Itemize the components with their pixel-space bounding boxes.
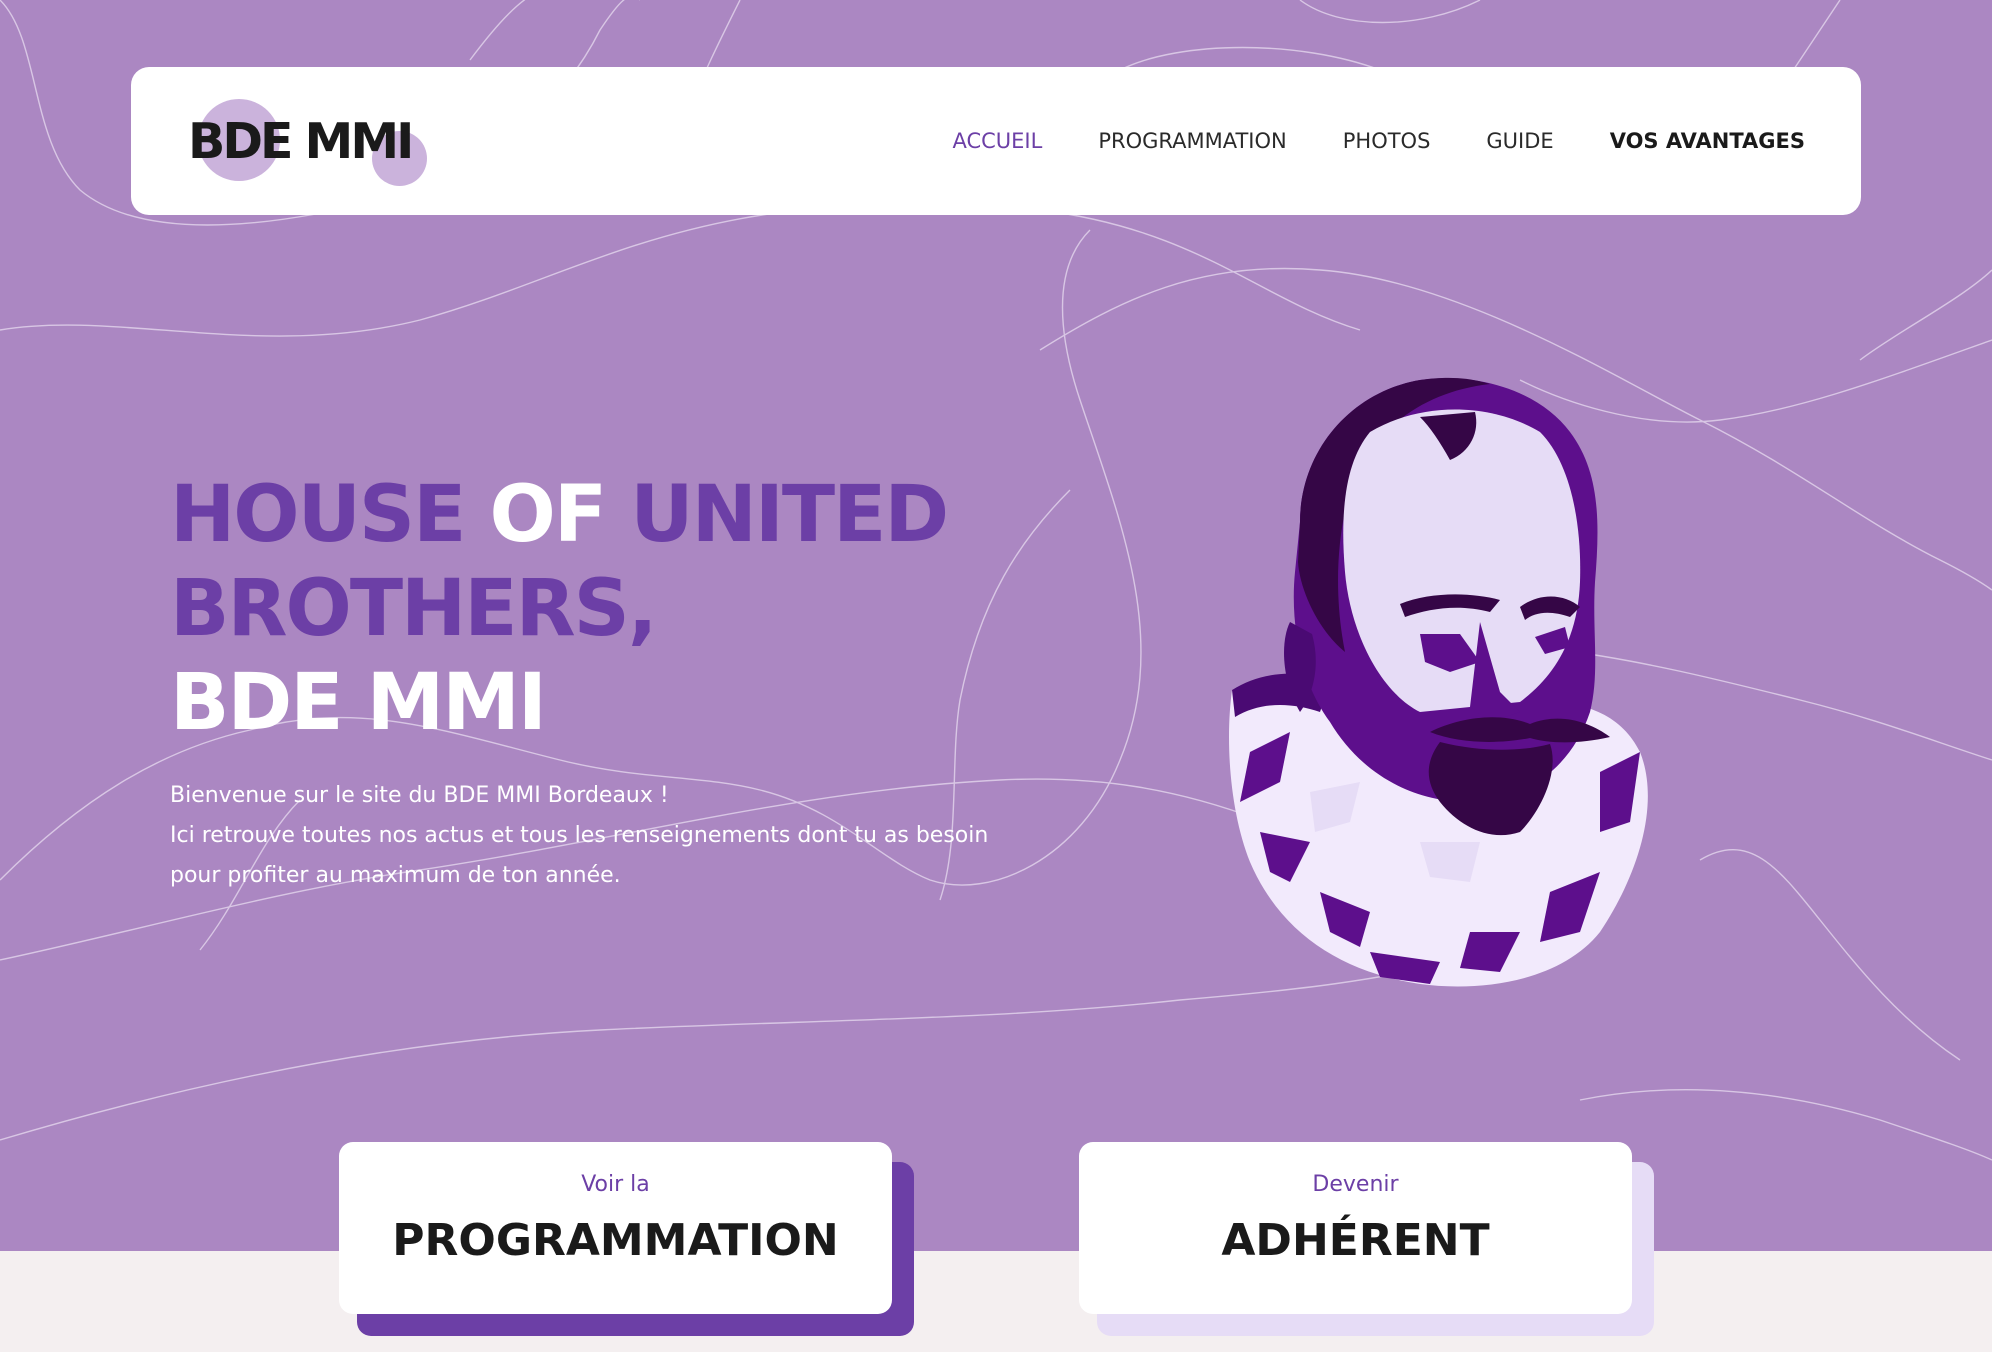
nav-guide[interactable]: GUIDE [1486,129,1553,153]
hero-title-united: UNITED [630,470,949,560]
cta-big-label: ADHÉRENT [1221,1215,1490,1266]
card-face: Devenir ADHÉRENT [1079,1142,1632,1314]
hero-title-brothers: BROTHERS, [170,564,657,654]
nav-vos-avantages[interactable]: VOS AVANTAGES [1610,129,1805,153]
cta-small-label: Voir la [581,1172,650,1197]
cta-big-label: PROGRAMMATION [392,1215,839,1266]
hero-title-of: OF [489,470,631,560]
hero-title-house: HOUSE [170,470,490,560]
logo-text: BDE MMI [188,113,414,170]
logo[interactable]: BDE MMI [186,99,446,189]
cta-programmation-card[interactable]: Voir la PROGRAMMATION [339,1142,914,1336]
bottom-band [0,1251,1992,1352]
card-face: Voir la PROGRAMMATION [339,1142,892,1314]
hero-description: Bienvenue sur le site du BDE MMI Bordeau… [170,776,1020,896]
montaigne-portrait-illustration [1229,377,1648,987]
nav-accueil[interactable]: ACCUEIL [952,129,1042,153]
hero-text-line1: Bienvenue sur le site du BDE MMI Bordeau… [170,783,669,808]
hero-title-bde-mmi: BDE MMI [170,658,547,748]
hero-title: HOUSE OF UNITED BROTHERS, BDE MMI [170,468,949,750]
main-nav: ACCUEIL PROGRAMMATION PHOTOS GUIDE VOS A… [952,67,1805,215]
cta-adherent-card[interactable]: Devenir ADHÉRENT [1079,1142,1654,1336]
top-navbar: BDE MMI ACCUEIL PROGRAMMATION PHOTOS GUI… [131,67,1861,215]
nav-programmation[interactable]: PROGRAMMATION [1098,129,1286,153]
nav-photos[interactable]: PHOTOS [1343,129,1431,153]
cta-small-label: Devenir [1312,1172,1399,1197]
hero-text-line2: Ici retrouve toutes nos actus et tous le… [170,823,989,888]
